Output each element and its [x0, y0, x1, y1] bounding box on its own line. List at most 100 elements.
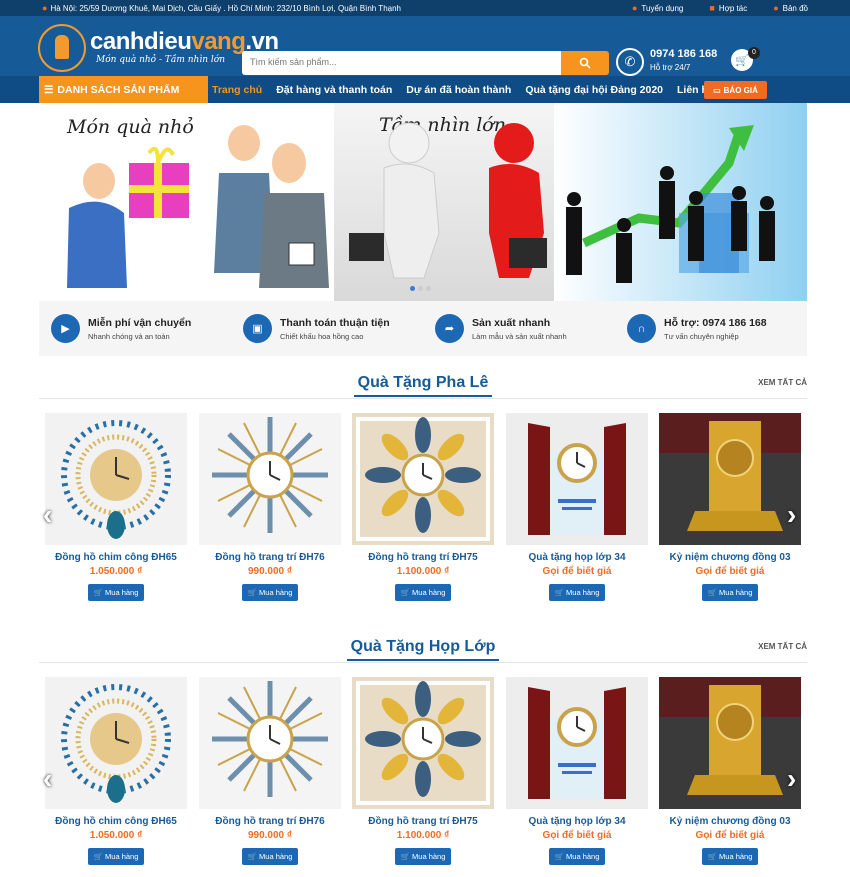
logo-emblem-icon	[38, 24, 86, 72]
carousel-dot[interactable]	[410, 286, 415, 291]
product-image[interactable]	[199, 413, 341, 545]
handshake-icon: ■	[709, 3, 715, 13]
search-input[interactable]: Tìm kiếm sản phẩm...	[242, 51, 562, 75]
buy-button[interactable]: 🛒 Mua hàng	[701, 848, 759, 865]
section-reunion-gifts: Quà Tặng Họp Lớp XEM TẤT CẢ Đồng hồ chim…	[39, 638, 807, 877]
product-image[interactable]	[506, 413, 648, 545]
product-name[interactable]: Đồng hồ trang trí ĐH76	[199, 816, 341, 827]
hero-banner[interactable]: Món quà nhỏ Tầm nhìn lớn	[39, 103, 807, 301]
hero-illustration: Món quà nhỏ Tầm nhìn lớn	[39, 103, 807, 301]
link-partnership[interactable]: ■ Hợp tác	[709, 3, 747, 13]
product-image[interactable]	[199, 677, 341, 809]
product-price: 1.100.000 ₫	[396, 830, 450, 841]
buy-button[interactable]: 🛒 Mua hàng	[87, 848, 145, 865]
product-name[interactable]: Kỷ niệm chương đồng 03	[659, 552, 801, 563]
product-card[interactable]: Quà tặng họp lớp 34 Gọi để biết giá 🛒 Mu…	[506, 677, 648, 865]
product-card[interactable]: Quà tặng họp lớp 34 Gọi để biết giá 🛒 Mu…	[506, 413, 648, 601]
product-name[interactable]: Đồng hồ chim công ĐH65	[45, 816, 187, 827]
product-image[interactable]	[659, 413, 801, 545]
feature-strip: ▶ Miễn phí vận chuyển Nhanh chóng và an t…	[39, 301, 807, 356]
buy-button[interactable]: 🛒 Mua hàng	[241, 848, 299, 865]
carousel-dot[interactable]	[418, 286, 423, 291]
nav-home[interactable]: Trang chủ	[212, 84, 269, 96]
carousel-dot[interactable]	[426, 286, 431, 291]
product-price: Gọi để biết giá	[542, 566, 612, 577]
feature-item: ➦ Sản xuất nhanh Làm mẫu và sản xuất nhan…	[423, 301, 615, 356]
buy-button[interactable]: 🛒 Mua hàng	[241, 584, 299, 601]
view-all-link[interactable]: XEM TẤT CẢ	[758, 378, 807, 387]
product-card[interactable]: Đồng hồ chim công ĐH65 1.050.000 ₫ 🛒 Mua…	[45, 677, 187, 865]
address-block: ● Hà Nội: 25/59 Dương Khuê, Mai Dịch, Cầ…	[42, 3, 401, 13]
product-name[interactable]: Kỷ niệm chương đồng 03	[659, 816, 801, 827]
address-text: Hà Nội: 25/59 Dương Khuê, Mai Dịch, Cầu …	[50, 3, 401, 13]
carousel-next-arrow[interactable]: ›	[787, 499, 796, 531]
category-menu-button[interactable]: ☰ DANH SÁCH SẢN PHẨM	[39, 76, 208, 103]
product-card[interactable]: Kỷ niệm chương đồng 03 Gọi để biết giá 🛒…	[659, 413, 801, 601]
product-card[interactable]: Đồng hồ trang trí ĐH76 990.000 ₫ 🛒 Mua h…	[199, 413, 341, 601]
share-icon: ➦	[435, 314, 464, 343]
ticket-icon: ▭	[713, 85, 721, 95]
carousel-dots[interactable]	[410, 286, 431, 291]
truck-icon: ▶	[51, 314, 80, 343]
buy-button[interactable]: 🛒 Mua hàng	[548, 848, 606, 865]
product-name[interactable]: Đồng hồ chim công ĐH65	[45, 552, 187, 563]
nav-congress-gifts[interactable]: Quà tặng đại hội Đảng 2020	[518, 84, 670, 96]
product-price: 990.000 ₫	[247, 830, 293, 841]
product-card[interactable]: Đồng hồ trang trí ĐH76 990.000 ₫ 🛒 Mua h…	[199, 677, 341, 865]
map-pin-icon: ●	[42, 3, 48, 13]
product-name[interactable]: Đồng hồ trang trí ĐH76	[199, 552, 341, 563]
product-image[interactable]	[506, 677, 648, 809]
main-nav: ☰ DANH SÁCH SẢN PHẨM Trang chủ Đặt hàng v…	[0, 76, 850, 103]
link-map[interactable]: ● Bản đồ	[773, 3, 808, 13]
product-carousel: Đồng hồ chim công ĐH65 1.050.000 ₫ 🛒 Mua…	[39, 677, 807, 877]
menu-icon: ☰	[44, 83, 54, 96]
view-all-link[interactable]: XEM TẤT CẢ	[758, 642, 807, 651]
section-title: Quà Tặng Họp Lớp	[346, 638, 500, 661]
buy-button[interactable]: 🛒 Mua hàng	[394, 584, 452, 601]
buy-button[interactable]: 🛒 Mua hàng	[701, 584, 759, 601]
nav-order-payment[interactable]: Đặt hàng và thanh toán	[269, 84, 399, 96]
product-image[interactable]	[352, 677, 494, 809]
product-card[interactable]: Đồng hồ trang trí ĐH75 1.100.000 ₫ 🛒 Mua…	[352, 413, 494, 601]
cart-count-badge: 0	[748, 47, 760, 59]
product-image[interactable]	[352, 413, 494, 545]
carousel-next-arrow[interactable]: ›	[787, 763, 796, 795]
product-card[interactable]: Đồng hồ trang trí ĐH75 1.100.000 ₫ 🛒 Mua…	[352, 677, 494, 865]
product-name[interactable]: Quà tặng họp lớp 34	[506, 816, 648, 827]
product-price: Gọi để biết giá	[542, 830, 612, 841]
feature-item: ∩ Hỗ trợ: 0974 186 168 Tư vấn chuyên nghi…	[615, 301, 807, 356]
svg-text:Món quà nhỏ: Món quà nhỏ	[66, 116, 194, 138]
buy-button[interactable]: 🛒 Mua hàng	[548, 584, 606, 601]
carousel-prev-arrow[interactable]: ‹	[43, 763, 52, 795]
phone-icon: ✆	[616, 48, 644, 76]
product-price: Gọi để biết giá	[695, 566, 765, 577]
site-logo[interactable]: canhdieuvang.vn Món quà nhỏ - Tầm nhìn l…	[38, 22, 279, 72]
product-card[interactable]: Kỷ niệm chương đồng 03 Gọi để biết giá 🛒…	[659, 677, 801, 865]
headset-icon: ∩	[627, 314, 656, 343]
link-recruitment[interactable]: ● Tuyển dụng	[632, 3, 683, 13]
buy-button[interactable]: 🛒 Mua hàng	[394, 848, 452, 865]
carousel-prev-arrow[interactable]: ‹	[43, 499, 52, 531]
product-card[interactable]: Đồng hồ chim công ĐH65 1.050.000 ₫ 🛒 Mua…	[45, 413, 187, 601]
search-button[interactable]	[561, 51, 609, 75]
site-header: canhdieuvang.vn Món quà nhỏ - Tầm nhìn l…	[0, 16, 850, 76]
feature-item: ▶ Miễn phí vận chuyển Nhanh chóng và an t…	[39, 301, 231, 356]
product-price: 1.050.000 ₫	[89, 830, 143, 841]
search-icon	[579, 57, 591, 69]
map-pin-icon: ●	[773, 3, 779, 13]
feature-item: ▣ Thanh toán thuận tiện Chiết khấu hoa hồ…	[231, 301, 423, 356]
product-name[interactable]: Quà tặng họp lớp 34	[506, 552, 648, 563]
product-image[interactable]	[45, 677, 187, 809]
section-title: Quà Tặng Pha Lê	[353, 374, 493, 397]
buy-button[interactable]: 🛒 Mua hàng	[87, 584, 145, 601]
quote-button[interactable]: ▭ BÁO GIÁ	[704, 81, 767, 99]
map-pin-icon: ●	[631, 3, 638, 13]
product-name[interactable]: Đồng hồ trang trí ĐH75	[352, 552, 494, 563]
product-price: 1.100.000 ₫	[396, 566, 450, 577]
product-image[interactable]	[659, 677, 801, 809]
product-image[interactable]	[45, 413, 187, 545]
nav-projects[interactable]: Dự án đã hoàn thành	[399, 84, 518, 96]
product-name[interactable]: Đồng hồ trang trí ĐH75	[352, 816, 494, 827]
product-carousel: Đồng hồ chim công ĐH65 1.050.000 ₫ 🛒 Mua…	[39, 413, 807, 613]
hotline[interactable]: 0974 186 168 Hỗ trợ 24/7	[650, 48, 717, 72]
